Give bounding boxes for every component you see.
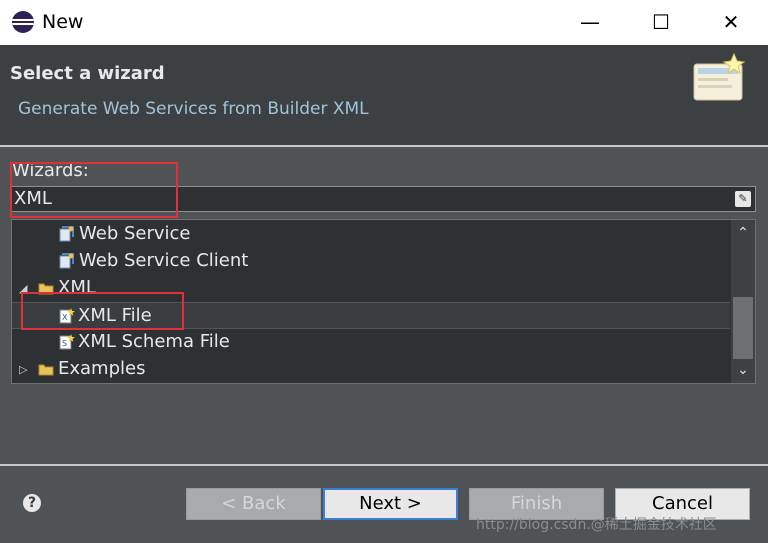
minimize-button[interactable]: — (573, 8, 607, 36)
scroll-up-arrow-icon[interactable]: ⌃ (731, 222, 755, 244)
tree-item-label: XML Schema File (78, 331, 230, 352)
scrollbar-thumb[interactable] (733, 297, 753, 359)
annotation-highlight-box (10, 162, 178, 218)
tree-scrollbar[interactable]: ⌃ ⌄ (731, 220, 755, 383)
folder-icon (38, 364, 54, 376)
watermark-text: http://blog.csdn.@稀土掘金技术社区 (476, 517, 717, 533)
header-subtitle: Generate Web Services from Builder XML (18, 99, 369, 119)
window-titlebar: New — ☐ ✕ (0, 0, 768, 45)
wizard-header (0, 45, 768, 145)
tree-item-web-service-client[interactable]: Web Service Client (12, 248, 730, 275)
maximize-button[interactable]: ☐ (644, 8, 678, 36)
xml-schema-file-icon: S (59, 334, 75, 350)
scroll-down-arrow-icon[interactable]: ⌄ (731, 359, 755, 381)
tree-item-label: Examples (58, 358, 146, 379)
wizard-banner-icon (693, 52, 746, 101)
svg-text:S: S (62, 339, 67, 348)
back-button[interactable]: < Back (186, 488, 321, 520)
help-icon[interactable]: ? (23, 494, 41, 512)
footer-separator (0, 464, 768, 466)
expand-arrow-icon[interactable]: ▷ (19, 363, 27, 376)
close-button[interactable]: ✕ (714, 8, 748, 36)
tree-item-examples-folder[interactable]: ▷ Examples (12, 356, 730, 383)
web-service-client-icon (59, 253, 74, 269)
eclipse-logo-icon (12, 11, 34, 33)
eraser-icon[interactable]: ✎ (735, 191, 751, 207)
next-button[interactable]: Next > (323, 488, 458, 520)
header-separator (0, 145, 768, 147)
annotation-highlight-box (21, 292, 184, 330)
tree-item-label: Web Service Client (79, 250, 249, 271)
web-service-icon (59, 226, 74, 242)
tree-item-label: Web Service (79, 223, 191, 244)
tree-item-xml-schema-file[interactable]: S XML Schema File (12, 329, 730, 356)
window-title: New (42, 11, 84, 33)
tree-item-web-service[interactable]: Web Service (12, 221, 730, 248)
header-title: Select a wizard (10, 63, 165, 84)
